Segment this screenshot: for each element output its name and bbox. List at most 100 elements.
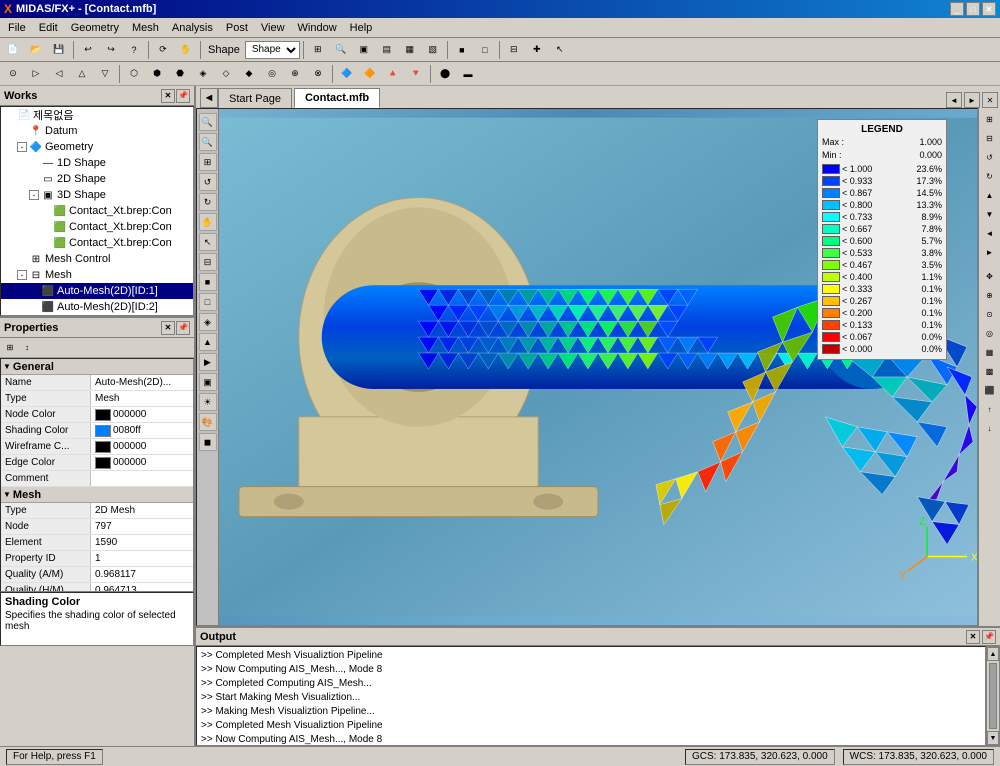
rt-16[interactable]: ↑ <box>981 400 999 418</box>
tb2-17[interactable]: 🔺 <box>382 64 404 84</box>
rt-17[interactable]: ↓ <box>981 419 999 437</box>
tb2-1[interactable]: ⊙ <box>2 64 24 84</box>
vp-zoom-out[interactable]: 🔍 <box>199 133 217 151</box>
select-btn[interactable]: ↖ <box>549 40 571 60</box>
viewport[interactable]: 🔍 🔍 ⊞ ↺ ↻ ✋ ↖ ⊟ ■ □ ◈ ▲ ▶ ▣ ☀ 🎨 ◼ <box>196 108 978 626</box>
mesh-toggle[interactable]: ▼ <box>3 490 11 499</box>
redo-button[interactable]: ↪ <box>100 40 122 60</box>
tb2-9[interactable]: ◈ <box>192 64 214 84</box>
render-btn[interactable]: ■ <box>451 40 473 60</box>
vp-light[interactable]: ☀ <box>199 393 217 411</box>
tree-toggle[interactable]: - <box>29 190 39 200</box>
tree-item[interactable]: -🔷Geometry <box>1 139 193 155</box>
general-toggle[interactable]: ▼ <box>3 362 11 371</box>
tree-item[interactable]: 📍Datum <box>1 123 193 139</box>
tree-item[interactable]: —1D Shape <box>1 155 193 171</box>
tb2-14[interactable]: ⊗ <box>307 64 329 84</box>
menu-mesh[interactable]: Mesh <box>126 20 165 36</box>
tb2-2[interactable]: ▷ <box>25 64 47 84</box>
window-controls[interactable]: _ □ ✕ <box>950 2 996 16</box>
rt-14[interactable]: ▩ <box>981 362 999 380</box>
mesh-btn[interactable]: ⊟ <box>503 40 525 60</box>
view-3d[interactable]: ▣ <box>353 40 375 60</box>
tb2-6[interactable]: ⬡ <box>123 64 145 84</box>
output-scrollbar[interactable]: ▲ ▼ <box>986 646 1000 746</box>
color-swatch[interactable] <box>95 457 111 469</box>
works-close-button[interactable]: ✕ <box>161 89 175 103</box>
tab-start-page[interactable]: Start Page <box>218 88 292 108</box>
properties-header-buttons[interactable]: ✕ 📌 <box>161 321 190 335</box>
close-button[interactable]: ✕ <box>982 2 996 16</box>
tree-item[interactable]: 🟩Contact_Xt.brep:Con <box>1 203 193 219</box>
props-pin-button[interactable]: 📌 <box>176 321 190 335</box>
menu-post[interactable]: Post <box>220 20 254 36</box>
rt-8[interactable]: ► <box>981 243 999 261</box>
rt-1[interactable]: ⊞ <box>981 110 999 128</box>
view-zoom[interactable]: 🔍 <box>330 40 352 60</box>
tree-toggle[interactable]: - <box>17 142 27 152</box>
scroll-up-arrow[interactable]: ▲ <box>987 647 999 661</box>
menu-window[interactable]: Window <box>292 20 343 36</box>
rt-11[interactable]: ⊙ <box>981 305 999 323</box>
vp-3d[interactable]: ▣ <box>199 373 217 391</box>
prop-value[interactable]: 000000 <box>91 441 193 453</box>
scroll-down-arrow[interactable]: ▼ <box>987 731 999 745</box>
help-button[interactable]: ? <box>123 40 145 60</box>
tree-item[interactable]: 📄제목없음 <box>1 107 193 123</box>
menu-edit[interactable]: Edit <box>33 20 64 36</box>
vp-pan[interactable]: ✋ <box>199 213 217 231</box>
tb2-4[interactable]: △ <box>71 64 93 84</box>
color-swatch[interactable] <box>95 425 111 437</box>
props-sort-btn[interactable]: ⊞ <box>2 340 18 356</box>
tab-contact[interactable]: Contact.mfb <box>294 88 380 108</box>
vp-color[interactable]: 🎨 <box>199 413 217 431</box>
vp-fit[interactable]: ⊞ <box>199 153 217 171</box>
prop-value[interactable]: 0080ff <box>91 425 193 437</box>
output-header-buttons[interactable]: ✕ 📌 <box>966 630 996 644</box>
tree-item[interactable]: 🟩Contact_Xt.brep:Con <box>1 219 193 235</box>
tb2-16[interactable]: 🔶 <box>359 64 381 84</box>
rt-9[interactable]: ✥ <box>981 267 999 285</box>
vp-front[interactable]: ▶ <box>199 353 217 371</box>
vp-rot-x[interactable]: ↺ <box>199 173 217 191</box>
vp-wire[interactable]: □ <box>199 293 217 311</box>
tb2-13[interactable]: ⊕ <box>284 64 306 84</box>
tree-area[interactable]: 📄제목없음📍Datum-🔷Geometry—1D Shape▭2D Shape-… <box>0 106 194 316</box>
color-swatch[interactable] <box>95 409 111 421</box>
minimize-button[interactable]: _ <box>950 2 964 16</box>
tab-close[interactable]: ✕ <box>982 92 998 108</box>
props-close-button[interactable]: ✕ <box>161 321 175 335</box>
rt-15[interactable]: ⬛ <box>981 381 999 399</box>
undo-button[interactable]: ↩ <box>77 40 99 60</box>
tree-item[interactable]: ⊞Mesh Control <box>1 251 193 267</box>
rt-4[interactable]: ↻ <box>981 167 999 185</box>
scrollbar-thumb[interactable] <box>989 663 997 729</box>
view-top[interactable]: ▦ <box>399 40 421 60</box>
open-button[interactable]: 📂 <box>25 40 47 60</box>
vp-render[interactable]: ■ <box>199 273 217 291</box>
tb2-15[interactable]: 🔷 <box>336 64 358 84</box>
menu-analysis[interactable]: Analysis <box>166 20 219 36</box>
vp-shade[interactable]: ◈ <box>199 313 217 331</box>
output-pin-button[interactable]: 📌 <box>982 630 996 644</box>
rt-13[interactable]: ▦ <box>981 343 999 361</box>
wire-btn[interactable]: □ <box>474 40 496 60</box>
rt-7[interactable]: ◄ <box>981 224 999 242</box>
works-pin-button[interactable]: 📌 <box>176 89 190 103</box>
tb2-7[interactable]: ⬢ <box>146 64 168 84</box>
maximize-button[interactable]: □ <box>966 2 980 16</box>
menu-help[interactable]: Help <box>344 20 379 36</box>
pan-button[interactable]: ✋ <box>175 40 197 60</box>
vp-mesh-view[interactable]: ⊟ <box>199 253 217 271</box>
prop-value[interactable]: 000000 <box>91 457 193 469</box>
menu-file[interactable]: File <box>2 20 32 36</box>
tb2-3[interactable]: ◁ <box>48 64 70 84</box>
rotate-button[interactable]: ⟳ <box>152 40 174 60</box>
tree-item[interactable]: 🟩Contact_Xt.brep:Con <box>1 235 193 251</box>
tab-nav-left[interactable]: ◄ <box>946 92 962 108</box>
vp-bg[interactable]: ◼ <box>199 433 217 451</box>
rt-12[interactable]: ◎ <box>981 324 999 342</box>
menu-view[interactable]: View <box>255 20 291 36</box>
tree-item[interactable]: ⬛Auto-Mesh(2D)[ID:2] <box>1 299 193 315</box>
snap-btn[interactable]: ✚ <box>526 40 548 60</box>
